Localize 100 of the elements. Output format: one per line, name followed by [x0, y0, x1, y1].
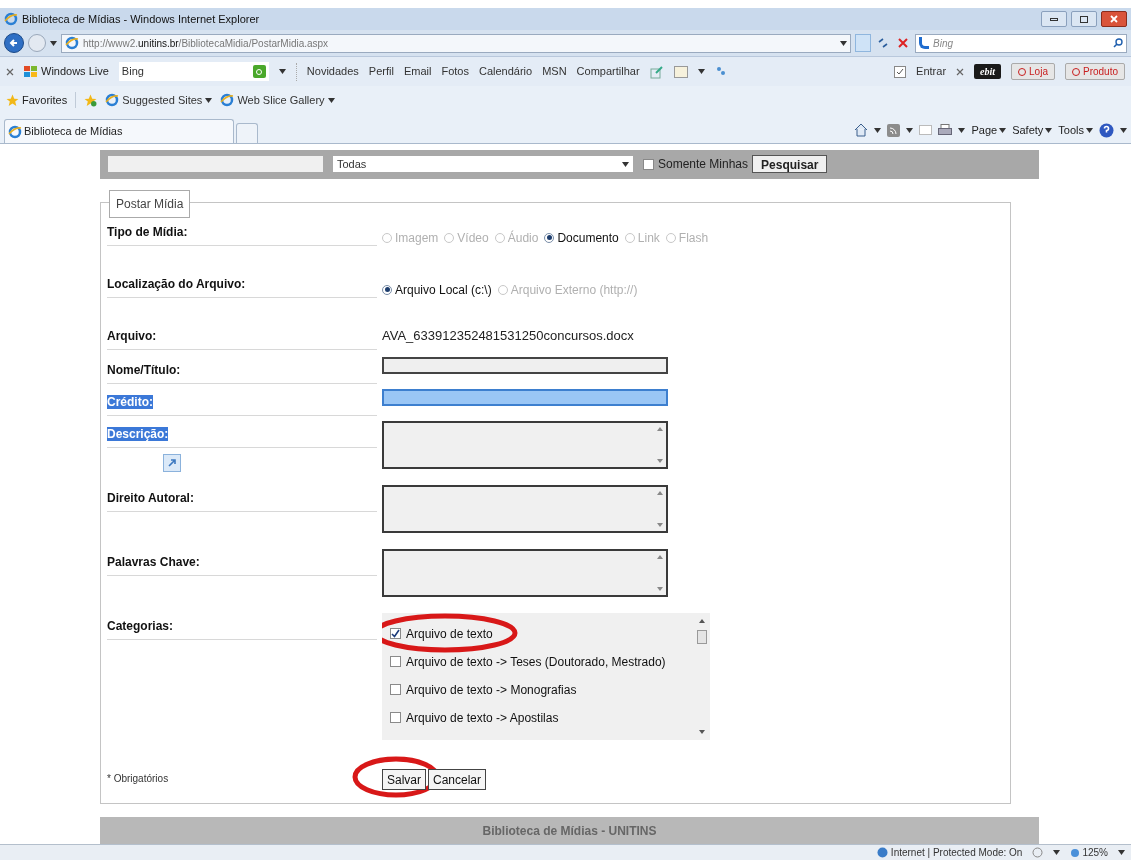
- radio-label: Áudio: [507, 229, 539, 247]
- caret-icon: [1053, 850, 1061, 855]
- toolbar-link[interactable]: Novidades: [306, 63, 359, 80]
- brand-label: Windows Live: [41, 64, 109, 80]
- radio-button[interactable]: [382, 284, 392, 295]
- edit-icon[interactable]: [649, 64, 664, 79]
- radio-label: Documento: [557, 229, 619, 247]
- toolbar-link[interactable]: Compartilhar: [576, 63, 640, 80]
- caret-icon: [622, 161, 629, 167]
- flag-logo-icon: [24, 65, 38, 78]
- checkbox[interactable]: [390, 628, 401, 640]
- category-label: Arquivo de texto: [406, 625, 493, 643]
- toolbar-link[interactable]: Email: [403, 63, 432, 80]
- caret-icon: [1120, 127, 1127, 133]
- command-menu[interactable]: Tools: [1058, 121, 1084, 139]
- field-label: Direito Autoral:: [107, 490, 194, 505]
- radio-label: Arquivo Local (c:\): [395, 281, 492, 299]
- mail-icon[interactable]: [919, 125, 933, 135]
- caret-icon: [697, 69, 705, 74]
- checkbox[interactable]: [390, 712, 401, 724]
- footer-text: Biblioteca de Mídias - UNITINS: [482, 822, 657, 840]
- checkbox-label: Somente Minhas: [658, 156, 749, 174]
- command-menu[interactable]: Safety: [1012, 121, 1044, 139]
- zoom-level[interactable]: 125%: [1082, 845, 1108, 860]
- minimize-button[interactable]: [1041, 11, 1067, 27]
- favorites-label[interactable]: Favorites: [22, 91, 68, 109]
- required-note: * Obrigatórios: [107, 772, 170, 787]
- back-arrow-icon: [9, 38, 19, 48]
- sign-in-link[interactable]: Entrar: [916, 63, 947, 80]
- search-field[interactable]: Bing: [915, 33, 1127, 53]
- category-list[interactable]: Arquivo de texto Arquivo de texto -> Teses (Doutorado, Mestrado) Arquivo de texto -> Monografias Arquivo de texto -> Apostilas: [382, 612, 710, 740]
- restore-button[interactable]: [1071, 11, 1097, 27]
- category-label: Arquivo de texto -> Teses (Doutorado, Mestrado): [406, 653, 666, 671]
- checkbox-icon[interactable]: [894, 65, 907, 78]
- caret-icon: [1086, 127, 1093, 133]
- browser-logo-icon: [105, 93, 120, 107]
- browser-logo-icon: [65, 36, 79, 50]
- form-button[interactable]: Salvar: [382, 769, 426, 791]
- input-field[interactable]: [382, 356, 668, 374]
- toolbar-link[interactable]: Perfil: [368, 63, 394, 80]
- caret-icon: [1118, 850, 1125, 855]
- search-input[interactable]: Bing: [933, 35, 1109, 51]
- expand-icon[interactable]: [163, 453, 181, 472]
- radio-button[interactable]: [544, 232, 555, 243]
- toolbar-link[interactable]: Calendário: [478, 63, 533, 80]
- search-field[interactable]: Bing: [118, 62, 269, 81]
- file-name: AVA_633912352481531250concursos.docx: [382, 327, 634, 343]
- form-button[interactable]: Cancelar: [428, 769, 487, 791]
- caret-icon: [278, 69, 286, 74]
- bing-logo-icon: [919, 37, 929, 49]
- search-icon[interactable]: [252, 65, 266, 78]
- checkbox[interactable]: [390, 684, 401, 696]
- close-button[interactable]: [1101, 11, 1127, 27]
- add-favorite-icon[interactable]: [84, 93, 98, 107]
- radio-label: Link: [637, 229, 660, 247]
- back-button[interactable]: [4, 33, 24, 53]
- favorites-item[interactable]: Suggested Sites: [122, 91, 203, 109]
- search-icon[interactable]: [1113, 38, 1123, 48]
- toolbar-button[interactable]: Produto: [1064, 63, 1125, 80]
- search-button[interactable]: Pesquisar: [752, 155, 828, 174]
- close-icon[interactable]: [956, 67, 965, 76]
- radio-label: Arquivo Externo (http://): [510, 281, 638, 299]
- field-label: Tipo de Mídia:: [107, 224, 188, 239]
- browser-tab[interactable]: Biblioteca de Mídias: [4, 119, 234, 143]
- checkbox[interactable]: [390, 656, 401, 668]
- category-label: Arquivo de texto -> Apostilas: [406, 709, 559, 727]
- calendar-icon[interactable]: [673, 65, 688, 78]
- favorites-item[interactable]: Web Slice Gallery: [237, 91, 325, 109]
- text-area[interactable]: [382, 548, 668, 597]
- address-field[interactable]: http://www2.unitins.br/BibliotecaMidia/PostarMidia.aspx: [61, 33, 851, 53]
- caret-icon: [958, 127, 966, 133]
- text-area[interactable]: [382, 420, 668, 469]
- toolbar-button[interactable]: Loja: [1011, 63, 1055, 80]
- help-icon[interactable]: [1099, 122, 1114, 138]
- ebit-badge[interactable]: ebit: [974, 64, 1002, 79]
- caret-icon: [205, 97, 213, 103]
- field-label: Palavras Chave:: [107, 554, 200, 569]
- home-icon[interactable]: [854, 123, 869, 137]
- close-icon[interactable]: [6, 67, 14, 76]
- command-menu[interactable]: Page: [971, 121, 998, 139]
- printer-icon[interactable]: [938, 123, 953, 137]
- checkbox[interactable]: [643, 158, 654, 170]
- stop-icon: [898, 38, 908, 48]
- toolbar-link[interactable]: Fotos: [441, 63, 469, 80]
- text-area[interactable]: [382, 484, 668, 533]
- security-zone: Internet | Protected Mode: On: [890, 846, 1023, 860]
- keyword-field[interactable]: [108, 156, 323, 173]
- caret-icon: [999, 127, 1007, 133]
- field-label: Descrição:: [107, 426, 169, 441]
- toolbar-link[interactable]: MSN: [542, 63, 567, 80]
- feed-icon[interactable]: [887, 123, 901, 137]
- input-field[interactable]: [382, 388, 668, 406]
- globe-icon: [876, 847, 888, 858]
- zoom-icon: [1070, 847, 1081, 858]
- caret-icon: [840, 40, 847, 46]
- form-legend: Postar Mídia: [109, 189, 191, 218]
- category-dropdown[interactable]: Todas: [333, 156, 633, 173]
- field-label: Crédito:: [107, 394, 153, 409]
- browser-logo-icon: [8, 124, 22, 139]
- window-title: Biblioteca de Mídias - Windows Internet Explorer: [22, 11, 261, 27]
